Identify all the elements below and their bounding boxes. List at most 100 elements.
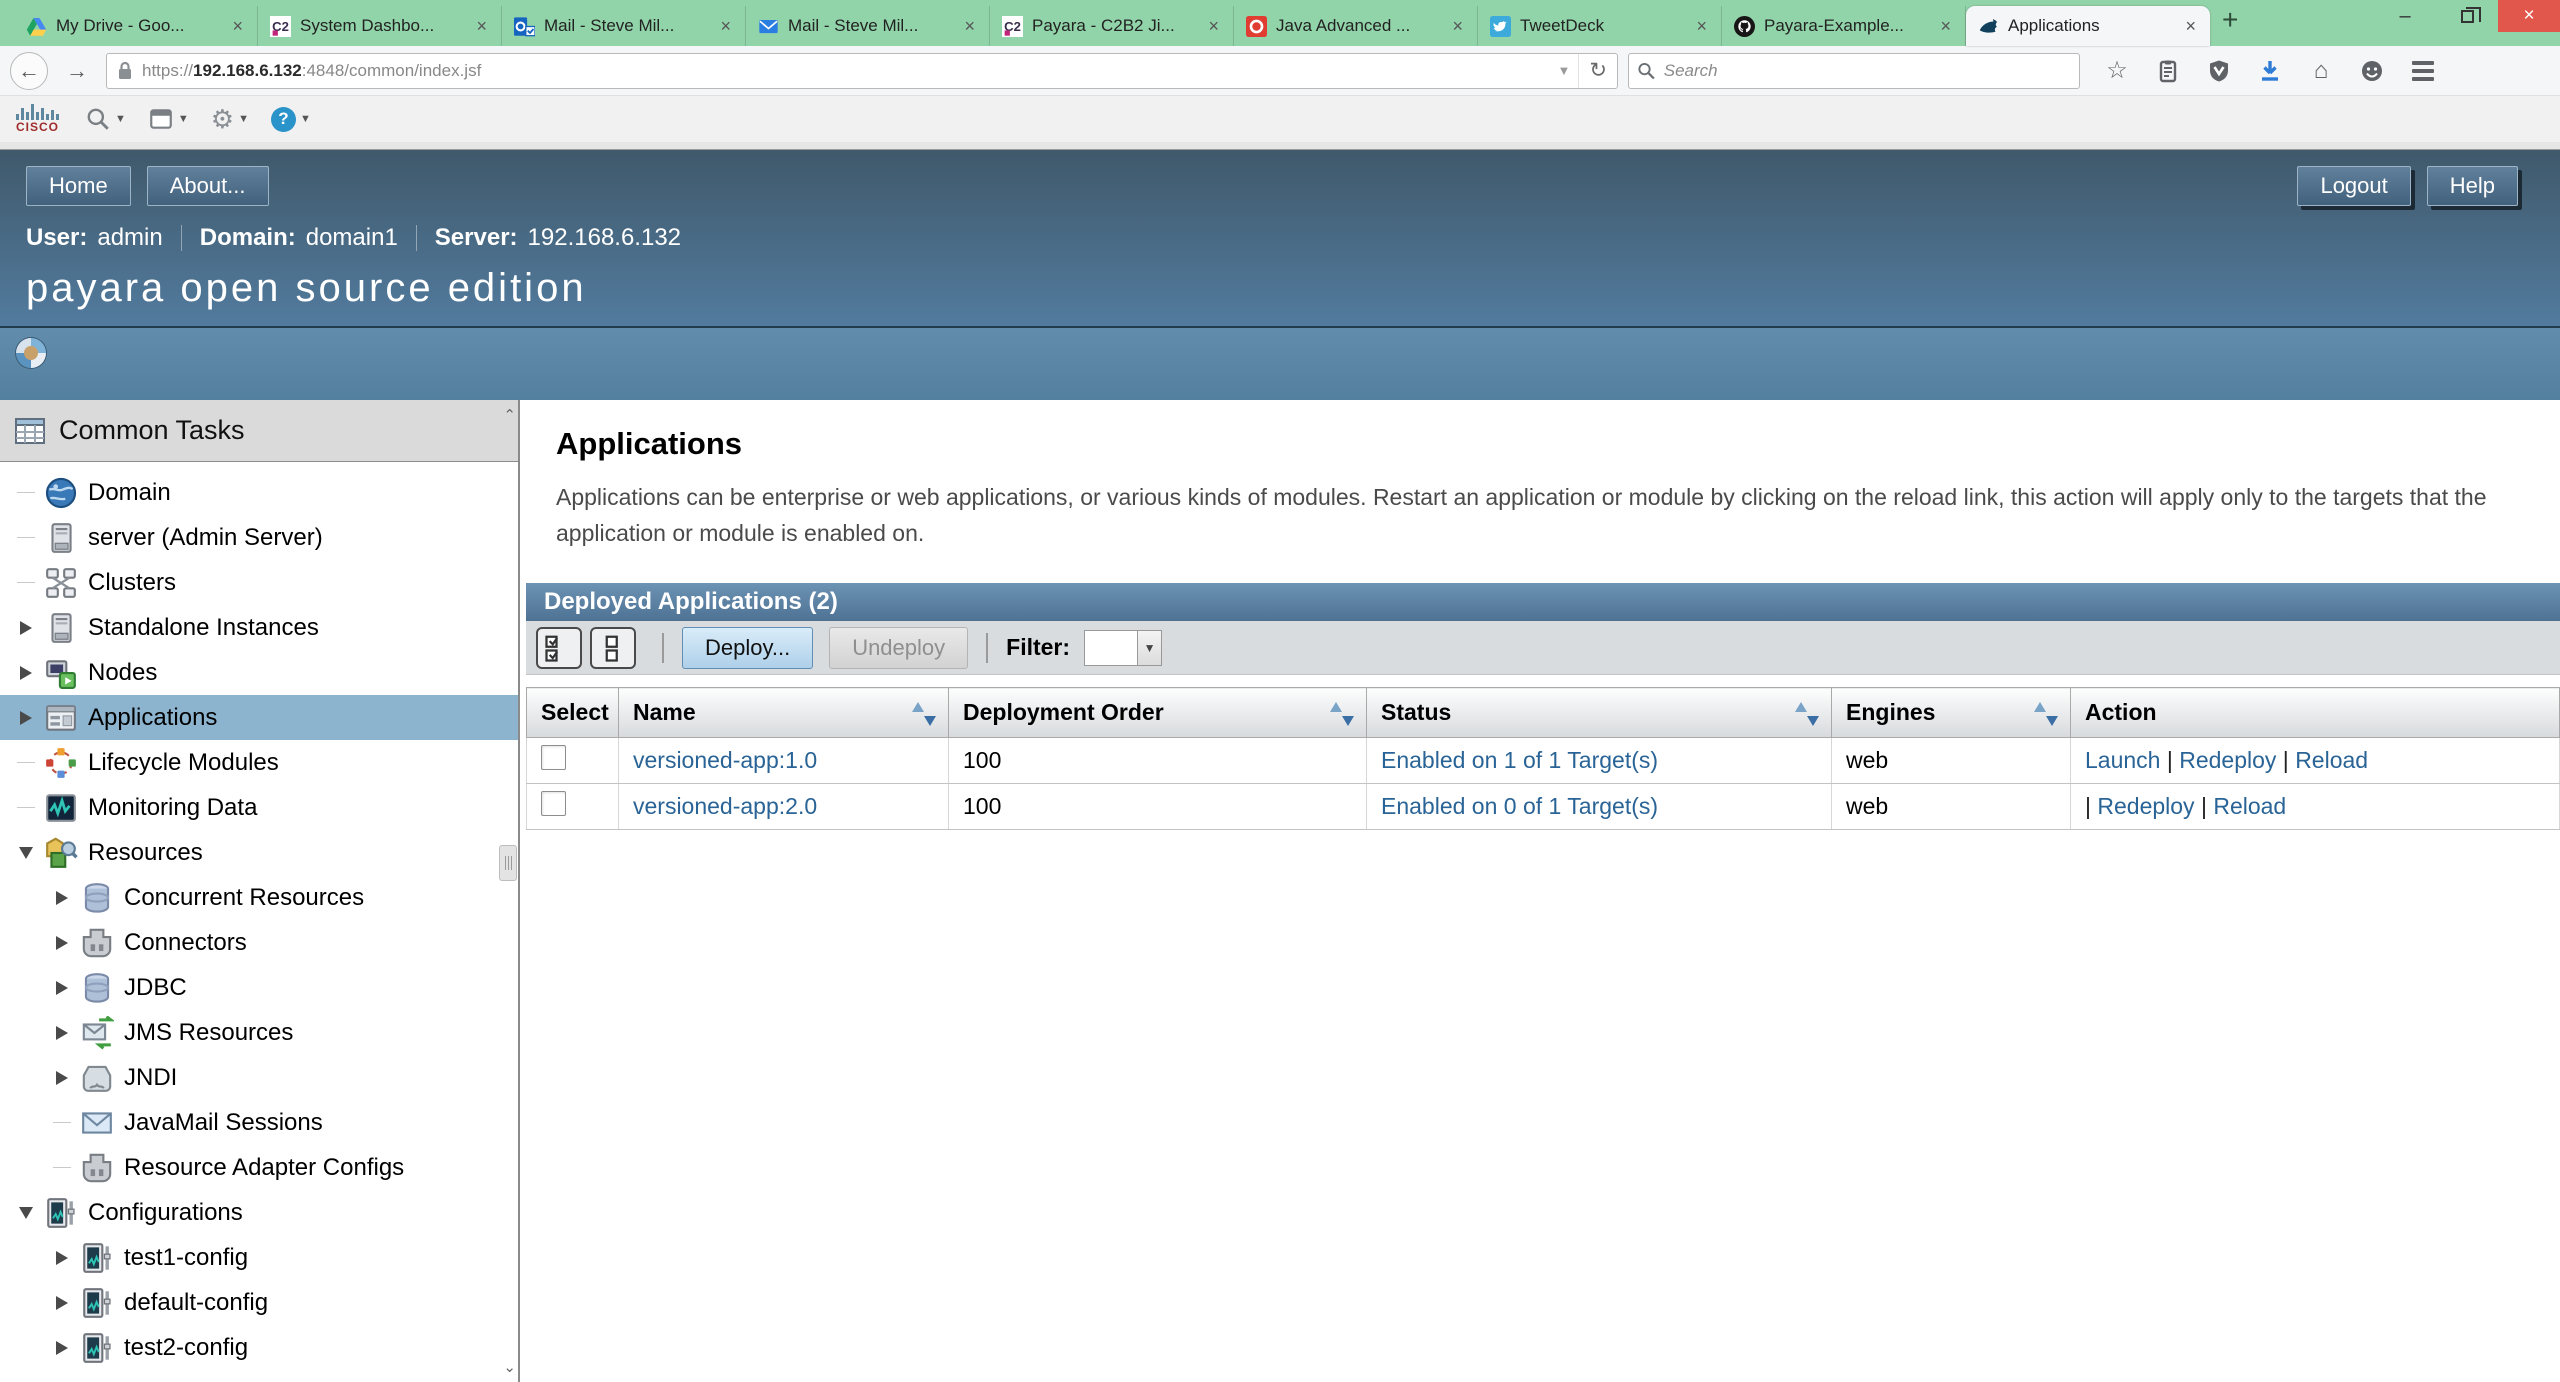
browser-tab[interactable]: TweetDeck× — [1478, 6, 1722, 46]
sidebar-item-test1-config[interactable]: test1-config — [0, 1235, 518, 1280]
column-header-name[interactable]: Name — [619, 688, 949, 738]
sidebar-item-applications[interactable]: Applications — [0, 695, 518, 740]
filter-dropdown[interactable]: ▼ — [1084, 630, 1162, 666]
expander-closed-icon[interactable] — [46, 936, 78, 950]
tab-close-icon[interactable]: × — [716, 16, 735, 37]
scrollbar-thumb[interactable] — [499, 845, 517, 881]
sidebar-item-jndi[interactable]: JNDI — [0, 1055, 518, 1100]
expander-closed-icon[interactable] — [46, 1341, 78, 1355]
addon-session[interactable]: ▼ — [148, 106, 189, 132]
browser-tab[interactable]: My Drive - Goo...× — [14, 6, 258, 46]
browser-tab-active[interactable]: Applications× — [1966, 6, 2210, 46]
back-button[interactable]: ← — [10, 52, 48, 90]
menu-icon[interactable] — [2410, 58, 2436, 84]
deploy-button[interactable]: Deploy... — [682, 627, 813, 669]
sidebar-item-resources[interactable]: Resources — [0, 830, 518, 875]
browser-tab[interactable]: Mail - Steve Mil...× — [502, 6, 746, 46]
tab-close-icon[interactable]: × — [1936, 16, 1955, 37]
addon-settings[interactable]: ⚙▼ — [211, 106, 249, 132]
tab-close-icon[interactable]: × — [472, 16, 491, 37]
action-link-redeploy[interactable]: Redeploy — [2097, 793, 2194, 819]
application-name-link[interactable]: versioned-app:1.0 — [633, 747, 817, 773]
close-button[interactable]: × — [2498, 0, 2560, 32]
sort-icon[interactable] — [1795, 702, 1819, 726]
browser-tab[interactable]: C2Payara - C2B2 Ji...× — [990, 6, 1234, 46]
undeploy-button[interactable]: Undeploy — [829, 627, 968, 669]
cisco-logo[interactable]: CISCO — [16, 104, 59, 134]
expander-closed-icon[interactable] — [10, 666, 42, 680]
browser-tab[interactable]: Payara-Example...× — [1722, 6, 1966, 46]
help-button[interactable]: Help — [2427, 166, 2518, 206]
home-button[interactable]: Home — [26, 166, 131, 206]
sidebar-item-domain[interactable]: Domain — [0, 470, 518, 515]
sidebar-item-concurrent-resources[interactable]: Concurrent Resources — [0, 875, 518, 920]
reading-list-icon[interactable] — [2155, 58, 2181, 84]
forward-button[interactable]: → — [58, 52, 96, 90]
browser-tab[interactable]: C2System Dashbo...× — [258, 6, 502, 46]
sidebar-item-default-config[interactable]: default-config — [0, 1280, 518, 1325]
browser-tab[interactable]: Java Advanced ...× — [1234, 6, 1478, 46]
tab-close-icon[interactable]: × — [2181, 16, 2200, 37]
select-all-button[interactable] — [536, 627, 582, 669]
sidebar-item-monitoring-data[interactable]: Monitoring Data — [0, 785, 518, 830]
new-tab-button[interactable]: + — [2210, 4, 2254, 42]
expander-closed-icon[interactable] — [10, 711, 42, 725]
addon-search[interactable]: ▼ — [85, 106, 126, 132]
sort-icon[interactable] — [2034, 702, 2058, 726]
tab-close-icon[interactable]: × — [960, 16, 979, 37]
action-link-reload[interactable]: Reload — [2295, 747, 2368, 773]
sidebar-item-lifecycle-modules[interactable]: Lifecycle Modules — [0, 740, 518, 785]
sidebar-item-jdbc[interactable]: JDBC — [0, 965, 518, 1010]
scroll-up-icon[interactable]: ⌃ — [503, 406, 516, 424]
sidebar-item-server-admin-server[interactable]: server (Admin Server) — [0, 515, 518, 560]
tab-close-icon[interactable]: × — [1448, 16, 1467, 37]
browser-tab[interactable]: Mail - Steve Mil...× — [746, 6, 990, 46]
expander-open-icon[interactable] — [10, 847, 42, 859]
search-box[interactable] — [1628, 53, 2080, 89]
status-link[interactable]: Enabled on 0 of 1 Target(s) — [1381, 793, 1658, 819]
minimize-button[interactable]: – — [2374, 0, 2436, 32]
column-header-deployment-order[interactable]: Deployment Order — [949, 688, 1367, 738]
logout-button[interactable]: Logout — [2297, 166, 2410, 206]
row-checkbox[interactable] — [541, 791, 566, 816]
sidebar-item-jms-resources[interactable]: JMS Resources — [0, 1010, 518, 1055]
sort-icon[interactable] — [912, 702, 936, 726]
reload-icon[interactable]: ↻ — [1578, 54, 1617, 88]
sidebar-item-configurations[interactable]: Configurations — [0, 1190, 518, 1235]
smiley-icon[interactable] — [2359, 58, 2385, 84]
url-bar[interactable]: https://192.168.6.132:4848/common/index.… — [106, 53, 1618, 89]
application-name-link[interactable]: versioned-app:2.0 — [633, 793, 817, 819]
deselect-all-button[interactable] — [590, 627, 636, 669]
addon-help[interactable]: ?▼ — [271, 107, 311, 132]
expander-closed-icon[interactable] — [46, 1251, 78, 1265]
tab-close-icon[interactable]: × — [1692, 16, 1711, 37]
sidebar-scrollbar[interactable]: ⌃ ⌄ — [496, 400, 518, 1382]
expander-closed-icon[interactable] — [46, 1296, 78, 1310]
sidebar-item-standalone-instances[interactable]: Standalone Instances — [0, 605, 518, 650]
download-icon[interactable] — [2257, 58, 2283, 84]
sidebar-item-clusters[interactable]: Clusters — [0, 560, 518, 605]
bookmark-star-icon[interactable]: ☆ — [2104, 58, 2130, 84]
restore-button[interactable] — [2436, 0, 2498, 32]
sidebar-item-javamail-sessions[interactable]: JavaMail Sessions — [0, 1100, 518, 1145]
expander-closed-icon[interactable] — [46, 1071, 78, 1085]
search-input[interactable] — [1664, 61, 2071, 81]
expander-closed-icon[interactable] — [10, 621, 42, 635]
common-tasks-header[interactable]: Common Tasks — [0, 400, 518, 462]
url-dropdown-icon[interactable]: ▼ — [1550, 63, 1579, 78]
sort-icon[interactable] — [1330, 702, 1354, 726]
action-link-launch[interactable]: Launch — [2085, 747, 2160, 773]
column-header-engines[interactable]: Engines — [1832, 688, 2071, 738]
sidebar-item-resource-adapter-configs[interactable]: Resource Adapter Configs — [0, 1145, 518, 1190]
sidebar-item-test2-config[interactable]: test2-config — [0, 1325, 518, 1370]
status-link[interactable]: Enabled on 1 of 1 Target(s) — [1381, 747, 1658, 773]
home-icon[interactable]: ⌂ — [2308, 58, 2334, 84]
expander-closed-icon[interactable] — [46, 981, 78, 995]
expander-closed-icon[interactable] — [46, 891, 78, 905]
action-link-redeploy[interactable]: Redeploy — [2179, 747, 2276, 773]
row-checkbox[interactable] — [541, 745, 566, 770]
about-button[interactable]: About... — [147, 166, 269, 206]
tab-close-icon[interactable]: × — [1204, 16, 1223, 37]
action-link-reload[interactable]: Reload — [2213, 793, 2286, 819]
expander-open-icon[interactable] — [10, 1207, 42, 1219]
